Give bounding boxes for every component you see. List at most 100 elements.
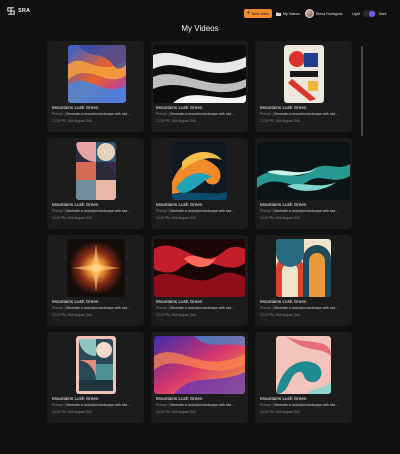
video-title: Mountains Lush Green (52, 299, 99, 304)
prompt-text: Generate a mountain landscape with lust.… (65, 209, 130, 213)
prompt-label: Prompt | (52, 403, 65, 407)
video-thumbnail (276, 336, 331, 394)
video-date: 12:26 PM, 26th August 2024 (260, 119, 301, 123)
video-title: Mountains Lush Green (260, 202, 307, 207)
user-name: Elena Rodriguez (316, 11, 343, 16)
video-card[interactable]: Mountains Lush Green Prompt | Generate a… (47, 138, 144, 229)
prompt-text: Generate a mountain landscape with lust.… (273, 209, 338, 213)
video-prompt: Prompt | Generate a mountain landscape w… (156, 112, 245, 116)
video-date: 12:26 PM, 26th August 2024 (156, 216, 197, 220)
plus-icon: + (247, 10, 250, 16)
video-card[interactable]: Mountains Lush Green Prompt | Generate a… (255, 138, 352, 229)
video-date: 12:26 PM, 26th August 2024 (156, 119, 197, 123)
video-date: 12:26 PM, 26th August 2024 (52, 119, 93, 123)
video-thumbnail (154, 239, 245, 297)
video-card[interactable]: Mountains Lush Green Prompt | Generate a… (151, 138, 248, 229)
video-prompt: Prompt | Generate a mountain landscape w… (156, 306, 245, 310)
page-title: My Videos (181, 24, 219, 33)
theme-dark-label: Dark (378, 11, 387, 16)
video-date: 12:26 PM, 26th August 2024 (260, 313, 301, 317)
prompt-text: Generate a mountain landscape with lust.… (273, 306, 338, 310)
video-title: Mountains Lush Green (156, 396, 203, 401)
video-title: Mountains Lush Green (156, 105, 203, 110)
video-prompt: Prompt | Generate a mountain landscape w… (260, 209, 349, 213)
prompt-text: Generate a mountain landscape with lust.… (169, 403, 234, 407)
video-card[interactable]: Mountains Lush Green Prompt | Generate a… (47, 235, 144, 326)
prompt-text: Generate a mountain landscape with lust.… (273, 403, 338, 407)
video-title: Mountains Lush Green (52, 396, 99, 401)
video-thumbnail (154, 336, 245, 394)
video-date: 12:26 PM, 26th August 2024 (260, 216, 301, 220)
prompt-text: Generate a mountain landscape with lust.… (169, 112, 234, 116)
prompt-text: Generate a mountain landscape with lust.… (169, 209, 234, 213)
prompt-label: Prompt | (260, 403, 273, 407)
prompt-text: Generate a mountain landscape with lust.… (169, 306, 234, 310)
prompt-label: Prompt | (156, 306, 169, 310)
video-prompt: Prompt | Generate a mountain landscape w… (156, 209, 245, 213)
video-thumbnail (276, 239, 331, 297)
my-videos-label: My Videos (283, 11, 300, 16)
video-prompt: Prompt | Generate a mountain landscape w… (260, 306, 349, 310)
prompt-text: Generate a mountain landscape with lust.… (65, 112, 130, 116)
video-prompt: Prompt | Generate a mountain landscape w… (52, 209, 141, 213)
video-card[interactable]: Mountains Lush Green Prompt | Generate a… (151, 41, 248, 132)
video-prompt: Prompt | Generate a mountain landscape w… (260, 112, 349, 116)
video-thumbnail (68, 45, 126, 103)
video-date: 12:26 PM, 26th August 2024 (260, 410, 301, 414)
prompt-label: Prompt | (260, 306, 273, 310)
video-date: 12:26 PM, 26th August 2024 (52, 216, 93, 220)
toggle-knob (369, 10, 376, 17)
logo-text: SRA (18, 8, 31, 14)
video-date: 12:26 PM, 26th August 2024 (52, 313, 93, 317)
prompt-label: Prompt | (52, 306, 65, 310)
video-title: Mountains Lush Green (156, 202, 203, 207)
logo[interactable]: SRA (7, 7, 30, 15)
video-thumbnail (67, 239, 125, 297)
prompt-text: Generate a mountain landscape with lust.… (273, 112, 338, 116)
video-thumbnail (76, 142, 116, 200)
video-card[interactable]: Mountains Lush Green Prompt | Generate a… (255, 235, 352, 326)
folder-icon (276, 12, 281, 16)
video-title: Mountains Lush Green (156, 299, 203, 304)
prompt-label: Prompt | (260, 112, 273, 116)
video-card[interactable]: Mountains Lush Green Prompt | Generate a… (151, 332, 248, 423)
prompt-label: Prompt | (52, 209, 65, 213)
top-bar: SRA + New Video My Videos Elena Rodrigue… (0, 0, 400, 26)
prompt-label: Prompt | (260, 209, 273, 213)
theme-toggle[interactable] (362, 10, 376, 17)
video-title: Mountains Lush Green (260, 396, 307, 401)
video-card[interactable]: Mountains Lush Green Prompt | Generate a… (47, 41, 144, 132)
video-thumbnail (153, 45, 246, 103)
prompt-label: Prompt | (156, 209, 169, 213)
video-prompt: Prompt | Generate a mountain landscape w… (52, 306, 141, 310)
video-card[interactable]: Mountains Lush Green Prompt | Generate a… (255, 41, 352, 132)
video-thumbnail (257, 142, 350, 200)
video-title: Mountains Lush Green (260, 105, 307, 110)
video-thumbnail (172, 142, 227, 200)
video-card[interactable]: Mountains Lush Green Prompt | Generate a… (255, 332, 352, 423)
scrollbar[interactable] (361, 46, 363, 136)
prompt-label: Prompt | (156, 403, 169, 407)
logo-icon (7, 7, 15, 15)
new-video-label: New Video (251, 11, 270, 16)
video-card[interactable]: Mountains Lush Green Prompt | Generate a… (47, 332, 144, 423)
video-prompt: Prompt | Generate a mountain landscape w… (52, 403, 141, 407)
video-title: Mountains Lush Green (52, 105, 99, 110)
video-thumbnail (76, 336, 116, 394)
video-prompt: Prompt | Generate a mountain landscape w… (260, 403, 349, 407)
avatar (305, 9, 314, 18)
app-window: SRA + New Video My Videos Elena Rodrigue… (0, 0, 400, 454)
user-menu[interactable]: Elena Rodriguez (305, 8, 343, 19)
video-thumbnail (284, 45, 324, 103)
video-title: Mountains Lush Green (260, 299, 307, 304)
video-card[interactable]: Mountains Lush Green Prompt | Generate a… (151, 235, 248, 326)
video-title: Mountains Lush Green (52, 202, 99, 207)
prompt-label: Prompt | (52, 112, 65, 116)
new-video-button[interactable]: + New Video (244, 9, 272, 18)
video-date: 12:26 PM, 26th August 2024 (156, 410, 197, 414)
video-prompt: Prompt | Generate a mountain landscape w… (156, 403, 245, 407)
prompt-text: Generate a mountain landscape with lust.… (65, 306, 130, 310)
my-videos-link[interactable]: My Videos (276, 9, 300, 18)
video-date: 12:26 PM, 26th August 2024 (52, 410, 93, 414)
theme-light-label: Light (352, 11, 360, 16)
